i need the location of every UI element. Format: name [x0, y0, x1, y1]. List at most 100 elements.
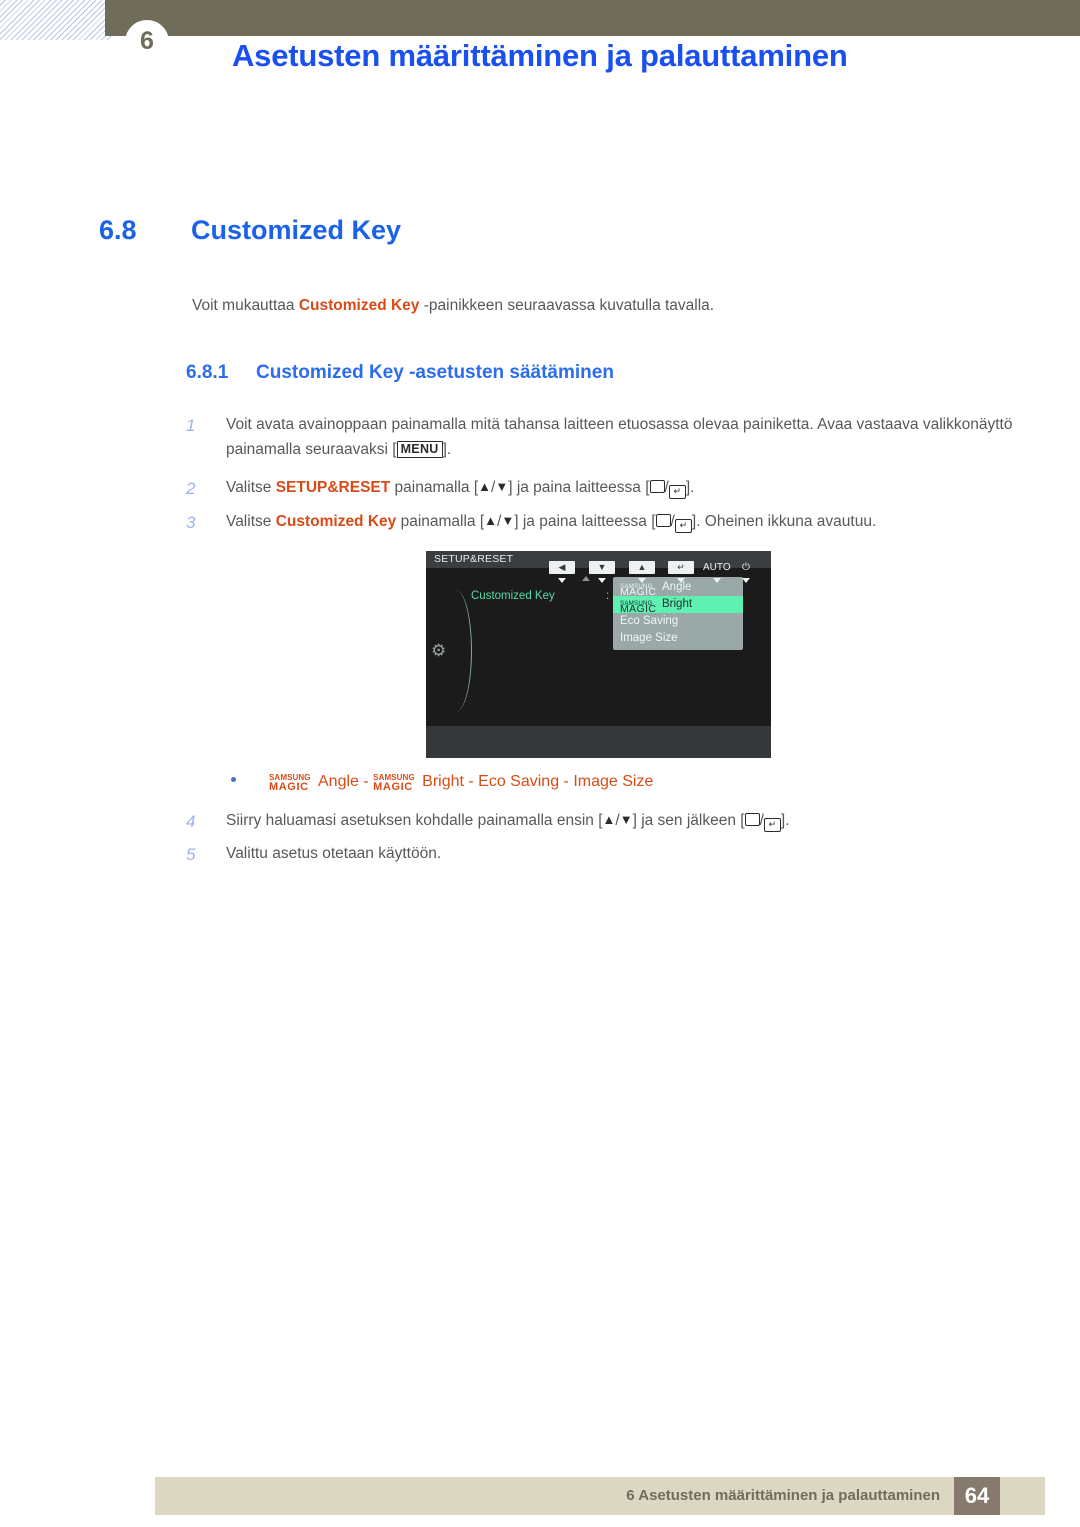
step4-text-part2: ] ja sen jälkeen [ [632, 812, 745, 829]
step2-text-part4: ]. [685, 479, 695, 496]
intro-text-after: -painikkeen seuraavassa kuvatulla tavall… [419, 297, 715, 314]
step-number: 3 [186, 513, 196, 532]
osd-dropdown-menu[interactable]: SAMSUNG MAGIC Angle SAMSUNG MAGIC Bright Eco… [613, 577, 743, 650]
osd-button-left[interactable]: ◀ [549, 557, 575, 583]
up-arrow-key-icon: ▲ [602, 812, 616, 827]
enter-key-icon: ↵ [763, 818, 781, 832]
caret-down-icon [742, 578, 750, 583]
section-number: 6.8 [99, 215, 137, 245]
osd-button-power[interactable]: ⏻ [742, 557, 750, 583]
step-text: Valitse Customized Key painamalla [▲/▼] … [226, 509, 1022, 534]
footer-chapter-label: 6 Asetusten määrittäminen ja palauttamin… [626, 1487, 940, 1504]
intro-highlight-term: Customized Key [298, 297, 420, 314]
osd-title-text: SETUP&RESET [434, 553, 514, 565]
up-arrow-icon: ▲ [629, 561, 655, 574]
down-arrow-key-icon: ▼ [619, 812, 633, 827]
osd-menu-item-magic-bright[interactable]: SAMSUNG MAGIC Bright [613, 596, 743, 615]
step3-highlight-term: Customized Key [275, 513, 397, 530]
enter-key-icon: ↵ [668, 485, 686, 499]
section-intro-paragraph: Voit mukauttaa Customized Key -painikkee… [192, 297, 714, 315]
intro-text-before: Voit mukauttaa [192, 297, 299, 314]
list-item: 2 Valitse SETUP&RESET painamalla [▲/▼] j… [186, 475, 1022, 500]
osd-current-setting-label: Customized Key [471, 590, 555, 602]
option-image-size: Image Size [573, 773, 654, 790]
step4-text-part3: ]. [780, 812, 790, 829]
step-number: 4 [186, 812, 196, 831]
page-footer-bar: 6 Asetusten määrittäminen ja palauttamin… [155, 1477, 1045, 1515]
down-arrow-key-icon: ▼ [501, 513, 515, 528]
osd-screenshot-illustration: SETUP&RESET ⚙ Customized Key : SAMSUNG MA… [426, 551, 771, 758]
step-text: Valittu asetus otetaan käyttöön. [226, 845, 442, 862]
osd-decorative-arc [445, 590, 472, 712]
magic-logo-bottom: MAGIC [620, 603, 657, 615]
step3-text-part4: ]. Oheinen ikkuna avautuu. [691, 513, 877, 530]
menu-key-glyph: MENU [396, 441, 443, 459]
step2-text-part3: ] ja paina laitteessa [ [508, 479, 650, 496]
bullet-separator-3: - [559, 773, 574, 790]
osd-menu-item-label: Image Size [620, 632, 678, 644]
magic-logo-bottom: MAGIC [269, 781, 309, 793]
step3-text-part2: painamalla [ [396, 513, 485, 530]
subsection-title: Customized Key -asetusten säätäminen [256, 362, 614, 383]
option-bright: Bright [422, 773, 464, 790]
osd-menu-item-label: Bright [662, 598, 693, 610]
osd-button-down[interactable]: ▼ [589, 557, 615, 583]
samsung-magic-logo: SAMSUNG MAGIC [269, 773, 318, 794]
step-number: 2 [186, 479, 196, 498]
step2-text-part1: Valitse [226, 479, 276, 496]
bullet-separator-2: - [463, 773, 479, 790]
option-eco-saving: Eco Saving [478, 773, 560, 790]
step-text: Siirry haluamasi asetuksen kohdalle pain… [226, 808, 1022, 833]
source-key-icon [655, 514, 671, 527]
source-key-icon [649, 480, 665, 493]
osd-button-enter[interactable]: ↵ [668, 557, 694, 583]
list-item: 5 Valittu asetus otetaan käyttöön. [186, 841, 1022, 866]
magic-logo-bottom: MAGIC [373, 781, 413, 793]
section-heading: 6.8 Customized Key [99, 215, 401, 246]
caret-down-icon [677, 578, 685, 583]
list-item: 4 Siirry haluamasi asetuksen kohdalle pa… [186, 808, 1022, 833]
step2-text-part2: painamalla [ [390, 479, 479, 496]
osd-button-bar [426, 726, 771, 758]
step-text: Voit avata avainoppaan painamalla mitä t… [226, 412, 1022, 462]
page-title: Asetusten määrittäminen ja palauttaminen [232, 38, 848, 73]
option-angle: Angle [318, 773, 359, 790]
auto-label: AUTO [703, 562, 731, 573]
up-arrow-key-icon: ▲ [478, 479, 492, 494]
osd-menu-item-image-size[interactable]: Image Size [613, 630, 743, 647]
decorative-hatch-pattern [0, 0, 112, 40]
list-item: 3 Valitse Customized Key painamalla [▲/▼… [186, 509, 1022, 534]
step3-text-part3: ] ja paina laitteessa [ [514, 513, 656, 530]
left-arrow-icon: ◀ [549, 561, 575, 574]
osd-button-auto[interactable]: AUTO [703, 557, 731, 583]
step1-text-part1: Voit avata avainoppaan painamalla mitä t… [226, 416, 1013, 459]
samsung-magic-logo: SAMSUNG MAGIC [373, 773, 422, 794]
options-bullet-line: SAMSUNG MAGIC Angle - SAMSUNG MAGIC Bright -… [231, 773, 654, 794]
down-arrow-icon: ▼ [589, 561, 615, 574]
step4-text-part1: Siirry haluamasi asetuksen kohdalle pain… [226, 812, 603, 829]
osd-colon-separator: : [606, 590, 610, 602]
caret-down-icon [598, 578, 606, 583]
samsung-magic-logo: SAMSUNG MAGIC [620, 597, 662, 615]
enter-key-icon: ↵ [674, 519, 692, 533]
step3-text-part1: Valitse [226, 513, 276, 530]
step-number: 1 [186, 416, 196, 435]
step-text: Valitse SETUP&RESET painamalla [▲/▼] ja … [226, 475, 1022, 500]
bullet-dot-icon [231, 777, 236, 782]
osd-button-up[interactable]: ▲ [629, 557, 655, 583]
enter-icon: ↵ [668, 561, 694, 574]
caret-down-icon [638, 578, 646, 583]
step2-highlight-term: SETUP&RESET [275, 479, 391, 496]
subsection-number: 6.8.1 [186, 362, 229, 383]
bullet-separator-1: - [358, 773, 374, 790]
chapter-number-text: 6 [140, 26, 154, 55]
chapter-number-badge: 6 [125, 20, 169, 64]
power-icon: ⏻ [742, 562, 750, 573]
page-number-badge: 64 [954, 1477, 1000, 1515]
caret-down-icon [558, 578, 566, 583]
step1-text-part2: ]. [442, 441, 452, 459]
up-arrow-key-icon: ▲ [484, 513, 498, 528]
down-arrow-key-icon: ▼ [495, 479, 509, 494]
list-item: 1 Voit avata avainoppaan painamalla mitä… [186, 412, 1022, 462]
section-title: Customized Key [191, 215, 402, 245]
